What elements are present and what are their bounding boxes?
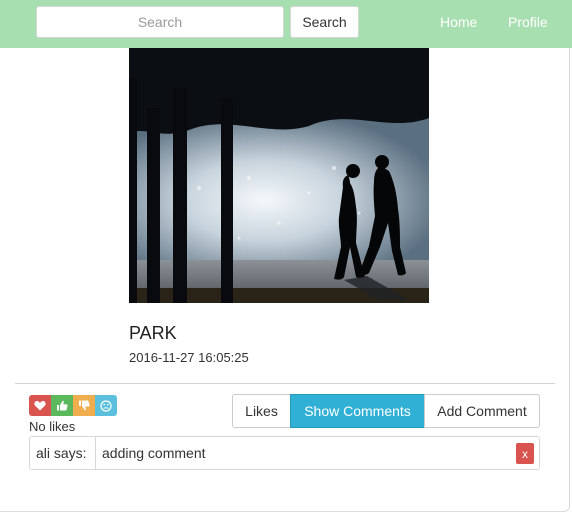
nav-home-link[interactable]: Home [440, 14, 477, 30]
divider [15, 383, 555, 384]
post-date: 2016-11-27 16:05:25 [129, 350, 249, 365]
comment-text: adding comment [102, 445, 206, 461]
search-input[interactable] [36, 6, 284, 38]
add-comment-button[interactable]: Add Comment [424, 394, 540, 428]
post-photo [129, 48, 429, 303]
post-actions: Likes Show Comments Add Comment [232, 394, 540, 428]
navbar: Search Home Profile [0, 0, 572, 48]
like-button[interactable] [51, 395, 73, 416]
thumbs-up-icon [57, 400, 68, 411]
nav-profile-link[interactable]: Profile [508, 14, 548, 30]
thumbs-down-icon [79, 400, 90, 411]
love-button[interactable] [29, 395, 51, 416]
dislike-button[interactable] [73, 395, 95, 416]
delete-comment-button[interactable]: x [516, 443, 534, 464]
sad-face-icon [100, 399, 112, 412]
likes-button[interactable]: Likes [232, 394, 291, 428]
reaction-buttons [29, 395, 117, 416]
heart-icon [34, 401, 46, 411]
post-title: PARK [129, 323, 177, 343]
search-button[interactable]: Search [290, 6, 359, 38]
comment-row: ali says: adding comment x [29, 436, 540, 470]
sad-button[interactable] [95, 395, 117, 416]
comment-author: ali says: [30, 437, 96, 469]
likes-count: No likes [29, 419, 76, 434]
show-comments-button[interactable]: Show Comments [290, 394, 425, 428]
